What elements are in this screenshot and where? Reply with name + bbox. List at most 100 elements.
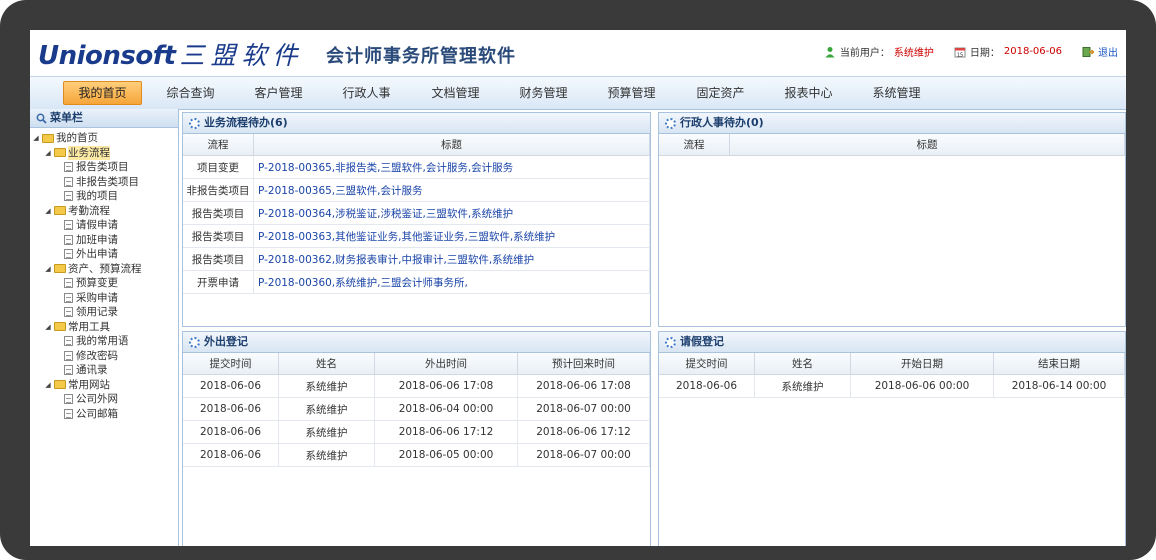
tree-label: 考勤流程 [68, 204, 110, 217]
expand-toggle-icon[interactable]: ◢ [44, 146, 52, 161]
tree-item[interactable]: 通讯录 [30, 363, 178, 378]
nav-home[interactable]: 我的首页 [63, 81, 142, 105]
tree-label: 我的首页 [56, 132, 98, 144]
table-row[interactable]: 2018-06-06 系统维护 2018-06-04 00:00 2018-06-07… [183, 397, 650, 421]
table-cell: 系统维护 [278, 397, 375, 421]
table-cell[interactable]: P-2018-00365,三盟软件,会计服务 [253, 178, 650, 202]
tree-item[interactable]: 公司外网 [30, 392, 178, 407]
tree-folder[interactable]: ◢ 常用工具 [30, 320, 178, 335]
nav-customers[interactable]: 客户管理 [240, 82, 317, 104]
nav-budget[interactable]: 预算管理 [593, 82, 670, 104]
expand-toggle-icon[interactable]: ◢ [44, 204, 52, 219]
tree-folder[interactable]: ◢ 业务流程 [30, 145, 178, 161]
table-cell: 非报告类项目 [183, 178, 254, 202]
nav-hr[interactable]: 行政人事 [328, 82, 405, 104]
table-cell: 开票申请 [183, 270, 254, 294]
table-cell: 系统维护 [754, 374, 851, 398]
table-row[interactable]: 2018-06-06 系统维护 2018-06-06 17:08 2018-06-06… [183, 374, 650, 398]
table-cell[interactable]: P-2018-00364,涉税鉴证,涉税鉴证,三盟软件,系统维护 [253, 201, 650, 225]
device-frame: Unionsoft 三盟软件 会计师事务所管理软件 当前用户： 系统维护 15 … [0, 0, 1156, 560]
table-cell: 2018-06-05 00:00 [374, 443, 518, 467]
column-header: 标题 [729, 134, 1125, 156]
table-cell[interactable]: P-2018-00363,其他鉴证业务,其他鉴证业务,三盟软件,系统维护 [253, 224, 650, 248]
tree-item[interactable]: 领用记录 [30, 305, 178, 320]
table-cell[interactable]: P-2018-00365,非报告类,三盟软件,会计服务,会计服务 [253, 155, 650, 179]
expand-toggle-icon[interactable]: ◢ [44, 320, 52, 335]
sidebar-header: 菜单栏 [30, 109, 178, 128]
logout-icon[interactable] [1082, 46, 1094, 58]
calendar-icon: 15 [954, 47, 966, 58]
tree-item[interactable]: 外出申请 [30, 247, 178, 262]
tree-folder[interactable]: ◢ 常用网站 [30, 378, 178, 393]
table-row[interactable]: 报告类项目 P-2018-00362,财务报表审计,中报审计,三盟软件,系统维护 [183, 247, 650, 271]
user-icon [825, 46, 835, 57]
logout-link[interactable]: 退出 [1098, 44, 1118, 59]
table-cell[interactable]: P-2018-00360,系统维护,三盟会计师事务所, [253, 270, 650, 294]
nav-documents[interactable]: 文档管理 [417, 82, 494, 104]
table-row[interactable]: 2018-06-06 系统维护 2018-06-06 17:12 2018-06-06… [183, 420, 650, 444]
document-icon [64, 234, 73, 245]
table-row[interactable]: 报告类项目 P-2018-00364,涉税鉴证,涉税鉴证,三盟软件,系统维护 [183, 201, 650, 225]
tree-folder[interactable]: ◢ 资产、预算流程 [30, 262, 178, 277]
nav-system[interactable]: 系统管理 [858, 82, 935, 104]
table-cell: 2018-06-14 00:00 [993, 374, 1125, 398]
table-cell: 2018-06-06 17:08 [517, 374, 650, 398]
tree-label: 公司邮箱 [76, 407, 118, 420]
tree-label: 请假申请 [76, 219, 118, 231]
leave-table: 提交时间 姓名 开始日期 结束日期 2018-06-06 系统维护 2018-06-… [659, 353, 1125, 398]
table-cell: 2018-06-04 00:00 [374, 397, 518, 421]
tree-item[interactable]: 报告类项目 [30, 160, 178, 175]
tree-item[interactable]: 请假申请 [30, 218, 178, 233]
table-row[interactable]: 非报告类项目 P-2018-00365,三盟软件,会计服务 [183, 178, 650, 202]
document-icon [64, 350, 73, 361]
table-row[interactable]: 报告类项目 P-2018-00363,其他鉴证业务,其他鉴证业务,三盟软件,系统维… [183, 224, 650, 248]
outing-panel-header: 外出登记 [183, 332, 650, 353]
document-icon [64, 336, 73, 347]
outing-panel: 外出登记 提交时间 姓名 外出时间 预计回来时间 2018-06-06 系统维护 2… [182, 331, 651, 546]
current-user-value: 系统维护 [893, 48, 934, 59]
leave-panel: 请假登记 提交时间 姓名 开始日期 结束日期 2018-06-06 系统维护 201… [658, 331, 1126, 546]
table-cell[interactable]: P-2018-00362,财务报表审计,中报审计,三盟软件,系统维护 [253, 247, 650, 271]
tree-item[interactable]: 我的常用语 [30, 334, 178, 349]
tree-item[interactable]: 修改密码 [30, 349, 178, 364]
svg-text:15: 15 [957, 52, 963, 58]
tree-item[interactable]: 加班申请 [30, 233, 178, 248]
tree-item[interactable]: 非报告类项目 [30, 175, 178, 190]
gear-icon [189, 117, 200, 129]
hr-panel-header: 行政人事待办(0) [659, 113, 1125, 134]
table-cell: 2018-06-07 00:00 [517, 397, 650, 421]
document-icon [64, 162, 73, 173]
tree-label: 我的项目 [76, 190, 118, 202]
document-icon [64, 191, 73, 202]
column-header: 结束日期 [993, 353, 1125, 375]
date-value: 2018-06-06 [1003, 46, 1062, 57]
workflow-panel-title: 业务流程待办(6) [204, 116, 288, 129]
workflow-panel-header: 业务流程待办(6) [183, 113, 650, 134]
table-row[interactable]: 2018-06-06 系统维护 2018-06-06 00:00 2018-06-14… [659, 374, 1125, 398]
tree-label: 常用网站 [68, 378, 110, 391]
tree-label: 我的常用语 [76, 335, 129, 347]
nav-finance[interactable]: 财务管理 [505, 82, 582, 104]
tree-folder[interactable]: ◢ 考勤流程 [30, 204, 178, 219]
nav-query[interactable]: 综合查询 [152, 82, 229, 104]
table-cell: 2018-06-06 [183, 443, 279, 467]
expand-toggle-icon[interactable]: ◢ [44, 378, 52, 393]
document-icon [64, 408, 73, 419]
tree-item[interactable]: 预算变更 [30, 276, 178, 291]
tree-item[interactable]: 公司邮箱 [30, 407, 178, 422]
table-cell: 系统维护 [278, 420, 375, 444]
table-row[interactable]: 2018-06-06 系统维护 2018-06-05 00:00 2018-06-07… [183, 443, 650, 467]
folder-icon [54, 206, 66, 216]
table-row[interactable]: 开票申请 P-2018-00360,系统维护,三盟会计师事务所, [183, 270, 650, 294]
table-cell: 2018-06-06 [183, 374, 279, 398]
tree-folder[interactable]: ◢ 我的首页 [30, 131, 178, 146]
tree-item[interactable]: 我的项目 [30, 189, 178, 204]
tree-item[interactable]: 采购申请 [30, 291, 178, 306]
table-row[interactable]: 项目变更 P-2018-00365,非报告类,三盟软件,会计服务,会计服务 [183, 155, 650, 179]
expand-toggle-icon[interactable]: ◢ [44, 262, 52, 277]
expand-toggle-icon[interactable]: ◢ [32, 131, 40, 146]
nav-reports[interactable]: 报表中心 [770, 82, 847, 104]
leave-panel-title: 请假登记 [680, 335, 724, 348]
nav-assets[interactable]: 固定资产 [682, 82, 759, 104]
table-cell: 2018-06-06 17:12 [517, 420, 650, 444]
